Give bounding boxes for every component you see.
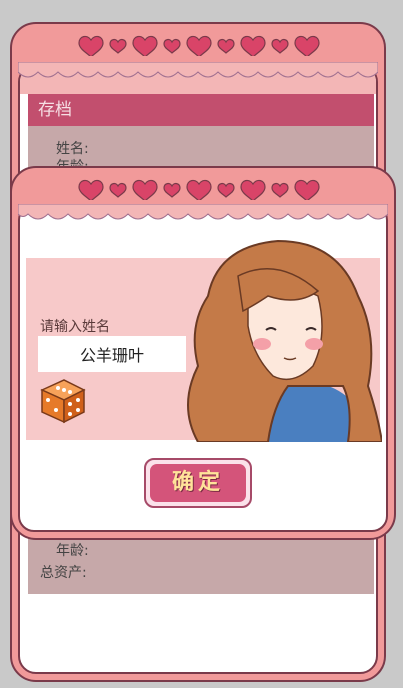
scallop-wave xyxy=(18,62,378,78)
heart-icon xyxy=(271,38,289,54)
heart-icon xyxy=(163,182,181,198)
name-input[interactable] xyxy=(38,336,186,372)
heart-icon xyxy=(217,38,235,54)
random-dice-button[interactable] xyxy=(36,374,90,424)
confirm-label: 确定 xyxy=(150,464,246,502)
heart-icon xyxy=(132,35,158,56)
hearts-decoration xyxy=(78,35,320,56)
name-prompt: 请输入姓名 xyxy=(40,319,110,335)
heart-icon xyxy=(186,179,212,200)
heart-icon xyxy=(217,182,235,198)
heart-icon xyxy=(240,35,266,56)
heart-icon xyxy=(294,35,320,56)
age-label: 年龄: xyxy=(56,543,89,559)
name-label: 姓名: xyxy=(56,141,89,157)
heart-icon xyxy=(132,179,158,200)
heart-icon xyxy=(78,179,104,200)
heart-icon xyxy=(109,38,127,54)
heart-icon xyxy=(78,35,104,56)
heart-icon xyxy=(163,38,181,54)
heart-icon xyxy=(240,179,266,200)
dialog-hearts-decoration xyxy=(78,179,320,200)
save-header: 存档 xyxy=(28,94,374,126)
heart-icon xyxy=(271,182,289,198)
assets-label: 总资产: xyxy=(40,565,87,581)
confirm-button[interactable]: 确定 xyxy=(144,458,252,508)
heart-icon xyxy=(294,179,320,200)
dialog-scallop-wave xyxy=(18,204,388,220)
heart-icon xyxy=(186,35,212,56)
heart-icon xyxy=(109,182,127,198)
girl-avatar xyxy=(187,239,382,442)
